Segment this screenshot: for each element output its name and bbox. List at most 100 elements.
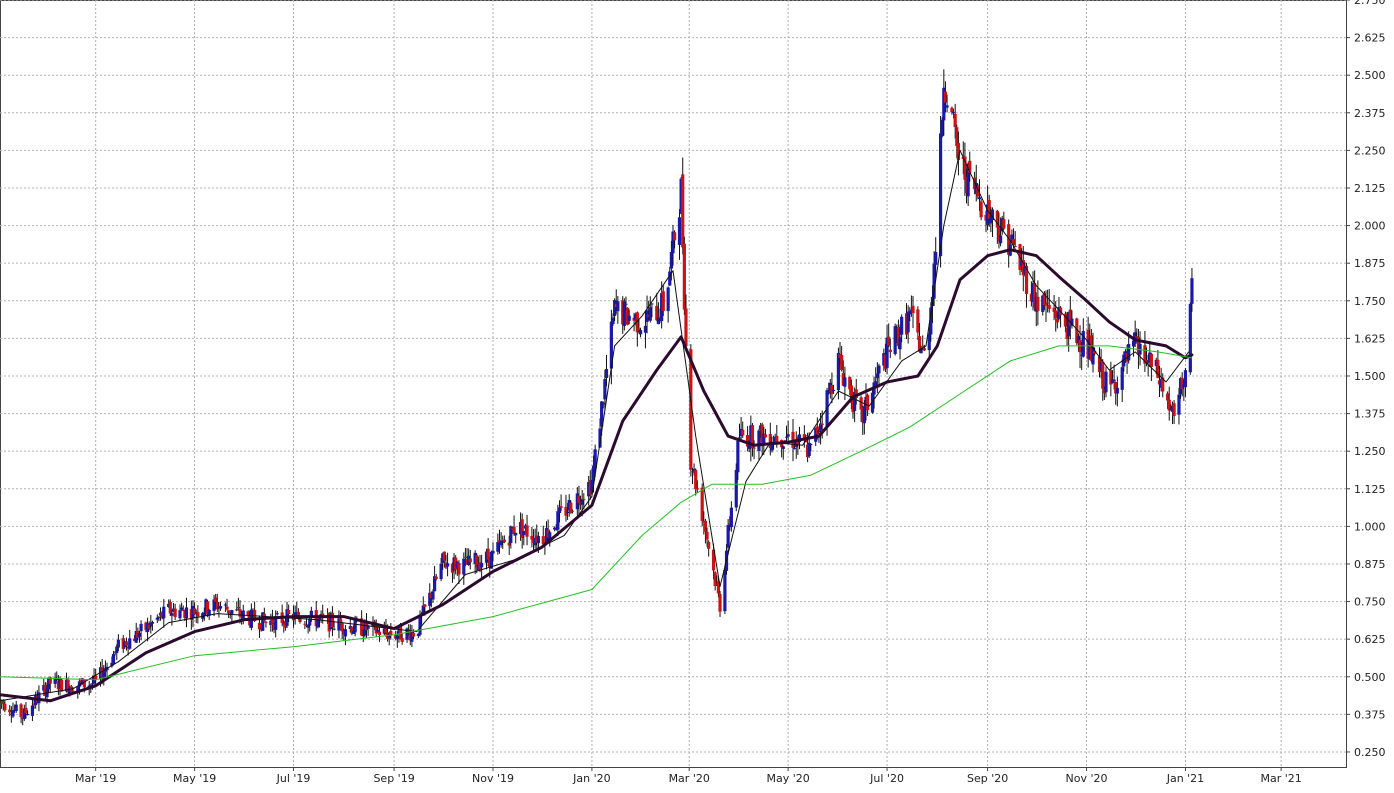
candle-body: [499, 540, 503, 546]
candle-body: [616, 301, 620, 312]
candle-body: [643, 325, 648, 333]
candle: [1188, 302, 1192, 375]
x-tick-label: Jan '20: [572, 772, 610, 785]
candle-body: [196, 612, 200, 617]
candle-body: [1180, 378, 1184, 390]
candle: [979, 199, 983, 221]
candle-body: [24, 707, 28, 714]
candle-body: [264, 621, 268, 623]
candle-body: [830, 384, 834, 394]
candle-body: [1115, 387, 1119, 394]
candle-body: [998, 235, 1003, 244]
candle-body: [556, 511, 560, 530]
candle-body: [601, 403, 605, 405]
candle-body: [656, 317, 661, 325]
candle-body: [536, 536, 540, 544]
candle-body: [1036, 296, 1040, 311]
candle-body: [442, 551, 446, 561]
candle-body: [395, 635, 399, 639]
candle-body: [1188, 303, 1192, 373]
x-tick-label: Sep '20: [967, 772, 1008, 785]
candle-body: [1047, 304, 1051, 309]
candle-body: [173, 608, 177, 617]
candle-body: [836, 352, 841, 391]
candle-body: [178, 610, 182, 619]
candle-body: [218, 606, 223, 609]
candle-body: [1190, 278, 1194, 304]
y-tick-label: 1.875: [1354, 257, 1386, 270]
candle-body: [275, 613, 279, 615]
candle-body: [911, 305, 915, 314]
candle-body: [1135, 336, 1139, 338]
candle-body: [559, 506, 563, 508]
y-tick-label: 2.375: [1354, 107, 1386, 120]
candle-body: [303, 623, 307, 625]
candle-body: [139, 623, 143, 632]
candle-body: [434, 576, 438, 579]
candle-body: [3, 703, 7, 711]
candle-body: [718, 593, 722, 612]
candle-body: [162, 606, 166, 619]
y-tick-label: 2.500: [1354, 69, 1386, 82]
candle-body: [128, 638, 132, 649]
candle-body: [705, 531, 709, 540]
x-tick-label: Sep '19: [373, 772, 414, 785]
y-tick-label: 2.250: [1354, 144, 1386, 157]
candle-body: [887, 336, 891, 346]
candle-body: [582, 499, 586, 501]
candle: [316, 619, 320, 629]
candle-body: [223, 604, 228, 606]
candle-body: [827, 391, 831, 394]
candle-body: [940, 119, 944, 137]
candle-body: [793, 448, 797, 450]
candle-body: [843, 377, 847, 387]
candle-body: [1149, 353, 1153, 367]
candle-body: [874, 381, 878, 386]
candle-body: [376, 629, 380, 632]
y-tick-label: 0.625: [1354, 633, 1386, 646]
candle-body: [893, 326, 897, 355]
candle-body: [241, 610, 245, 619]
y-tick-label: 0.375: [1354, 708, 1386, 721]
candle-body: [987, 200, 991, 219]
candle-body: [817, 431, 821, 433]
candle-body: [557, 507, 562, 514]
candle-body: [496, 542, 500, 552]
candle-body: [332, 628, 336, 630]
candle-body: [682, 243, 686, 310]
candle-body: [457, 563, 461, 575]
candle-body: [943, 91, 948, 103]
y-tick-label: 1.750: [1354, 295, 1386, 308]
candle-body: [377, 631, 382, 636]
candle-body: [8, 709, 12, 713]
candle-body: [677, 217, 682, 245]
candle-body: [684, 308, 688, 347]
y-tick-label: 0.250: [1354, 746, 1386, 759]
candle-body: [648, 307, 652, 321]
x-tick-label: Jan '21: [1166, 772, 1204, 785]
candle-body: [703, 520, 708, 532]
candle-body: [934, 252, 938, 265]
candle-body: [570, 510, 575, 512]
x-tick-label: Nov '19: [472, 772, 514, 785]
candle-body: [700, 487, 704, 521]
candle-body: [1055, 318, 1059, 323]
candle-body: [927, 333, 931, 351]
candle-body: [734, 469, 738, 508]
candle-body: [439, 563, 443, 580]
candle-body: [423, 604, 427, 607]
candle-body: [681, 174, 685, 248]
candle-body: [752, 447, 756, 449]
candle-body: [898, 337, 902, 350]
candle-body: [14, 704, 18, 712]
candle-body: [11, 710, 15, 717]
candle-body: [950, 107, 954, 113]
y-tick-label: 1.375: [1354, 408, 1386, 421]
candle-body: [815, 426, 819, 434]
x-tick-label: Jul '19: [276, 772, 311, 785]
candle-body: [116, 639, 120, 648]
candle-body: [1127, 344, 1131, 361]
candle-body: [1044, 303, 1048, 306]
x-tick-label: May '19: [173, 772, 216, 785]
y-tick-label: 1.500: [1354, 370, 1386, 383]
